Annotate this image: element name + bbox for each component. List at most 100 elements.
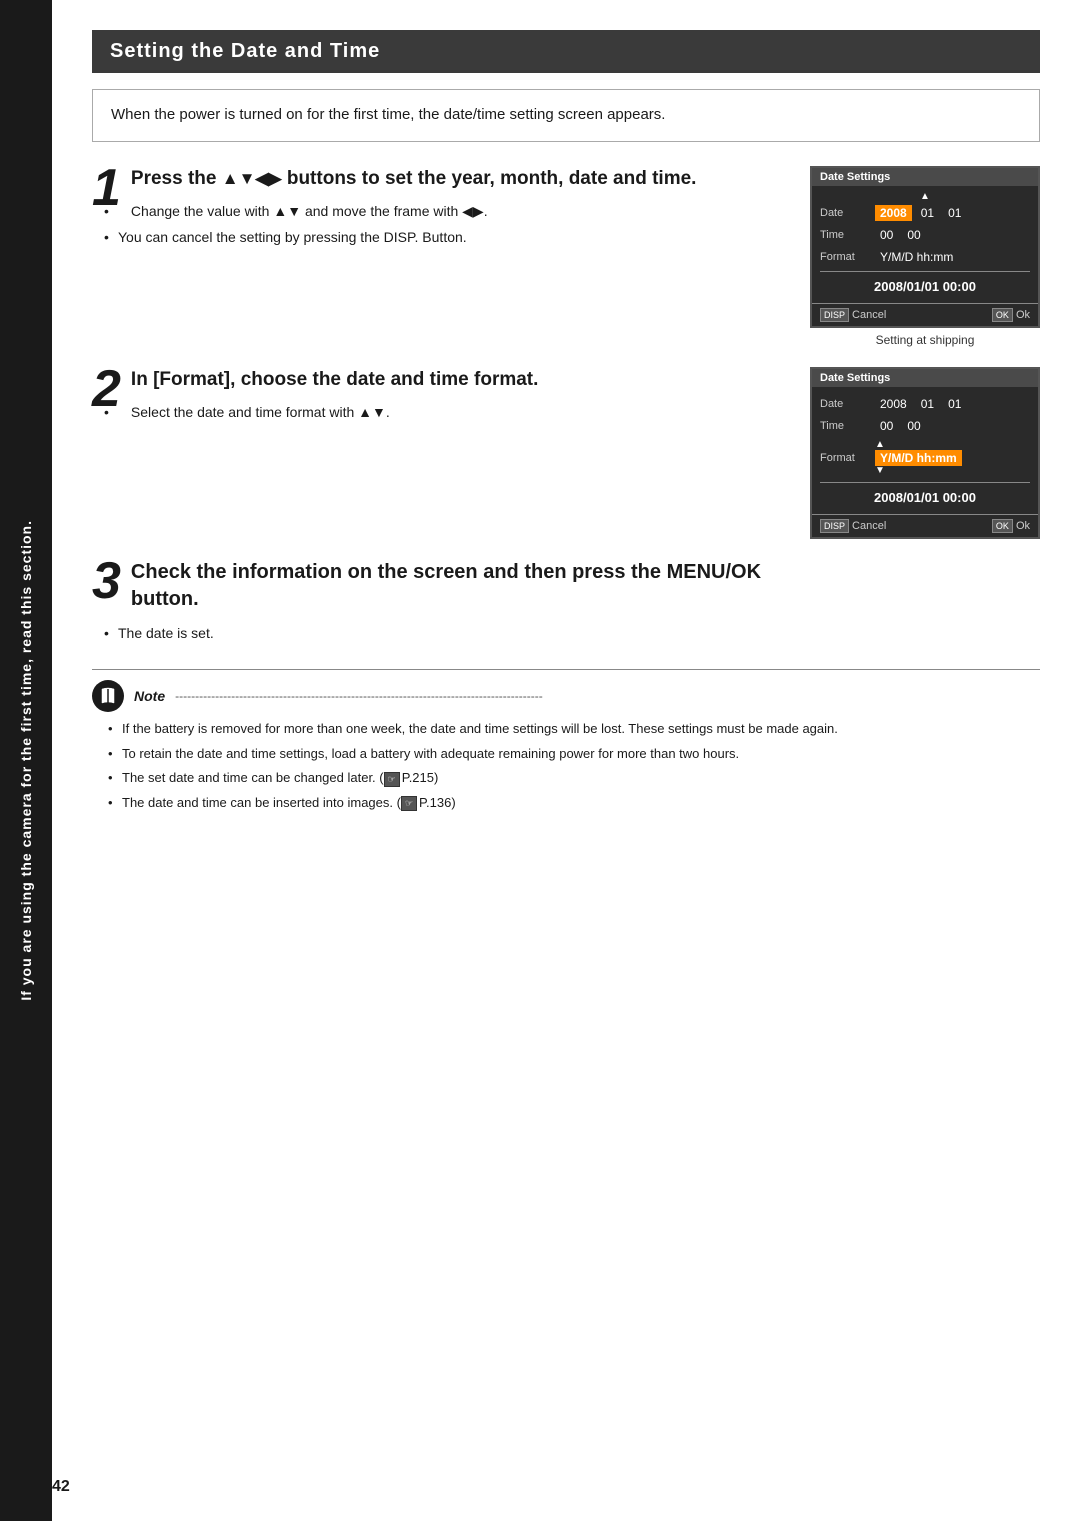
step3-left: 3 Check the information on the screen an… bbox=[92, 559, 780, 649]
step1-bullet2: You can cancel the setting by pressing t… bbox=[104, 227, 780, 247]
step2-bullet1: Select the date and time format with ▲▼. bbox=[104, 402, 780, 422]
step2-date-values: 2008 01 01 bbox=[875, 396, 966, 412]
step1-time-hour: 00 bbox=[875, 227, 898, 243]
step2-screen-header: Date Settings bbox=[812, 369, 1038, 387]
step2-datetime: 2008/01/01 00:00 bbox=[820, 486, 1030, 508]
disp-icon: DISP bbox=[820, 308, 849, 322]
step1-date-row: Date 2008 01 01 bbox=[820, 202, 1030, 224]
step3-bullet1: The date is set. bbox=[104, 623, 780, 643]
step1-arrows: ▲▼◀▶ bbox=[222, 169, 282, 188]
ref-icon-1: ☞ bbox=[384, 772, 400, 787]
step1-title-part2: buttons to set the year, month, date and… bbox=[282, 168, 697, 189]
step2-date-year: 2008 bbox=[875, 396, 912, 412]
note-item-4-text-before: The date and time can be inserted into i… bbox=[122, 795, 401, 810]
step2-content: 2 In [Format], choose the date and time … bbox=[92, 367, 780, 429]
note-item-4: The date and time can be inserted into i… bbox=[108, 794, 1040, 813]
step2-b1-arrows: ▲▼ bbox=[358, 404, 386, 420]
step1-format-row: Format Y/M/D hh:mm bbox=[820, 246, 1030, 268]
step2-cancel-btn: DISP Cancel bbox=[820, 519, 886, 533]
note-item-3-page: P.215) bbox=[402, 770, 439, 785]
step1-date-year: 2008 bbox=[875, 205, 912, 221]
note-item-3: The set date and time can be changed lat… bbox=[108, 769, 1040, 788]
step1-time-values: 00 00 bbox=[875, 227, 926, 243]
note-icon bbox=[92, 680, 124, 712]
step2-format-container: ▲ Y/M/D hh:mm ▼ bbox=[875, 440, 962, 476]
step1-separator bbox=[820, 271, 1030, 272]
step3-title: Check the information on the screen and … bbox=[92, 559, 780, 613]
note-header: Note -----------------------------------… bbox=[92, 680, 1040, 712]
note-item-1: If the battery is removed for more than … bbox=[108, 720, 1040, 739]
step3-bullets: The date is set. bbox=[92, 623, 780, 643]
step2-time-min: 00 bbox=[902, 418, 925, 434]
step1-right: Date Settings ▲ Date 2008 01 01 Time bbox=[810, 166, 1040, 347]
step1-date-day: 01 bbox=[943, 205, 966, 221]
step2-disp-icon: DISP bbox=[820, 519, 849, 533]
step1-cancel-label: Cancel bbox=[852, 309, 886, 321]
step1-time-label: Time bbox=[820, 229, 875, 241]
step3-number: 3 bbox=[92, 555, 121, 607]
step2-format-row: Format ▲ Y/M/D hh:mm ▼ bbox=[820, 437, 1030, 479]
step2-title: In [Format], choose the date and time fo… bbox=[92, 367, 780, 393]
step1-bullets: Change the value with ▲▼ and move the fr… bbox=[92, 201, 780, 248]
step1-left: 1 Press the ▲▼◀▶ buttons to set the year… bbox=[92, 166, 780, 254]
step2-bullets: Select the date and time format with ▲▼. bbox=[92, 402, 780, 422]
step3-b1-text: The date is set. bbox=[118, 625, 214, 641]
page-number: 42 bbox=[52, 1478, 70, 1496]
setting-at-shipping: Setting at shipping bbox=[810, 333, 1040, 347]
step1-footer: DISP Cancel OK Ok bbox=[812, 303, 1038, 326]
step1-time-row: Time 00 00 bbox=[820, 224, 1030, 246]
step1-arrow-up: ▲ bbox=[820, 192, 1030, 202]
step1-date-label: Date bbox=[820, 207, 875, 219]
side-tab-text: If you are using the camera for the firs… bbox=[18, 520, 34, 1001]
step2-time-hour: 00 bbox=[875, 418, 898, 434]
step3-title-text: Check the information on the screen and … bbox=[131, 561, 761, 610]
step2-cancel-label: Cancel bbox=[852, 520, 886, 532]
step1-title: Press the ▲▼◀▶ buttons to set the year, … bbox=[92, 166, 780, 192]
step1-ok-btn: OK Ok bbox=[992, 308, 1030, 322]
step2-left: 2 In [Format], choose the date and time … bbox=[92, 367, 780, 429]
step2-time-label: Time bbox=[820, 420, 875, 432]
ok-icon: OK bbox=[992, 308, 1013, 322]
note-item-2-text: To retain the date and time settings, lo… bbox=[122, 746, 739, 761]
step1-ok-label: Ok bbox=[1016, 309, 1030, 321]
step2-date-row: Date 2008 01 01 bbox=[820, 393, 1030, 415]
step2-ok-icon: OK bbox=[992, 519, 1013, 533]
step2-date-month: 01 bbox=[916, 396, 939, 412]
note-list: If the battery is removed for more than … bbox=[92, 720, 1040, 813]
step1-format-value: Y/M/D hh:mm bbox=[875, 249, 958, 265]
step3-content: 3 Check the information on the screen an… bbox=[92, 559, 780, 649]
step2-date-label: Date bbox=[820, 398, 875, 410]
step2-time-values: 00 00 bbox=[875, 418, 926, 434]
note-item-2: To retain the date and time settings, lo… bbox=[108, 745, 1040, 764]
step2-time-row: Time 00 00 bbox=[820, 415, 1030, 437]
note-section: Note -----------------------------------… bbox=[92, 669, 1040, 813]
step2-footer: DISP Cancel OK Ok bbox=[812, 514, 1038, 537]
step1-title-part1: Press the bbox=[131, 168, 222, 189]
note-label: Note bbox=[134, 688, 165, 704]
note-item-1-text: If the battery is removed for more than … bbox=[122, 721, 838, 736]
step2-ok-label: Ok bbox=[1016, 520, 1030, 532]
step1-b1-arrows: ▲▼ bbox=[273, 203, 301, 219]
step1-screen: Date Settings ▲ Date 2008 01 01 Time bbox=[810, 166, 1040, 328]
step1-datetime: 2008/01/01 00:00 bbox=[820, 275, 1030, 297]
book-icon bbox=[99, 687, 117, 705]
step2-ok-btn: OK Ok bbox=[992, 519, 1030, 533]
title-bar: Setting the Date and Time bbox=[92, 30, 1040, 73]
step1-b1-text3: . bbox=[484, 203, 488, 219]
step2-title-text: In [Format], choose the date and time fo… bbox=[131, 369, 539, 390]
note-item-3-text-before: The set date and time can be changed lat… bbox=[122, 770, 384, 785]
step1-date-values: 2008 01 01 bbox=[875, 205, 966, 221]
step2-b1-text1: Select the date and time format with bbox=[131, 404, 358, 420]
step1-bullet1: Change the value with ▲▼ and move the fr… bbox=[104, 201, 780, 221]
step1-date-month: 01 bbox=[916, 205, 939, 221]
step1-cancel-btn: DISP Cancel bbox=[820, 308, 886, 322]
step2-screen-body: Date 2008 01 01 Time 00 00 bbox=[812, 387, 1038, 514]
step2-date-day: 01 bbox=[943, 396, 966, 412]
step1-format-label: Format bbox=[820, 251, 875, 263]
note-item-4-page: P.136) bbox=[419, 795, 456, 810]
side-tab: If you are using the camera for the firs… bbox=[0, 0, 52, 1521]
note-dashes: ----------------------------------------… bbox=[175, 689, 1040, 703]
step2-format-value: Y/M/D hh:mm bbox=[875, 450, 962, 466]
step1-time-min: 00 bbox=[902, 227, 925, 243]
step2-row: 2 In [Format], choose the date and time … bbox=[92, 367, 1040, 539]
